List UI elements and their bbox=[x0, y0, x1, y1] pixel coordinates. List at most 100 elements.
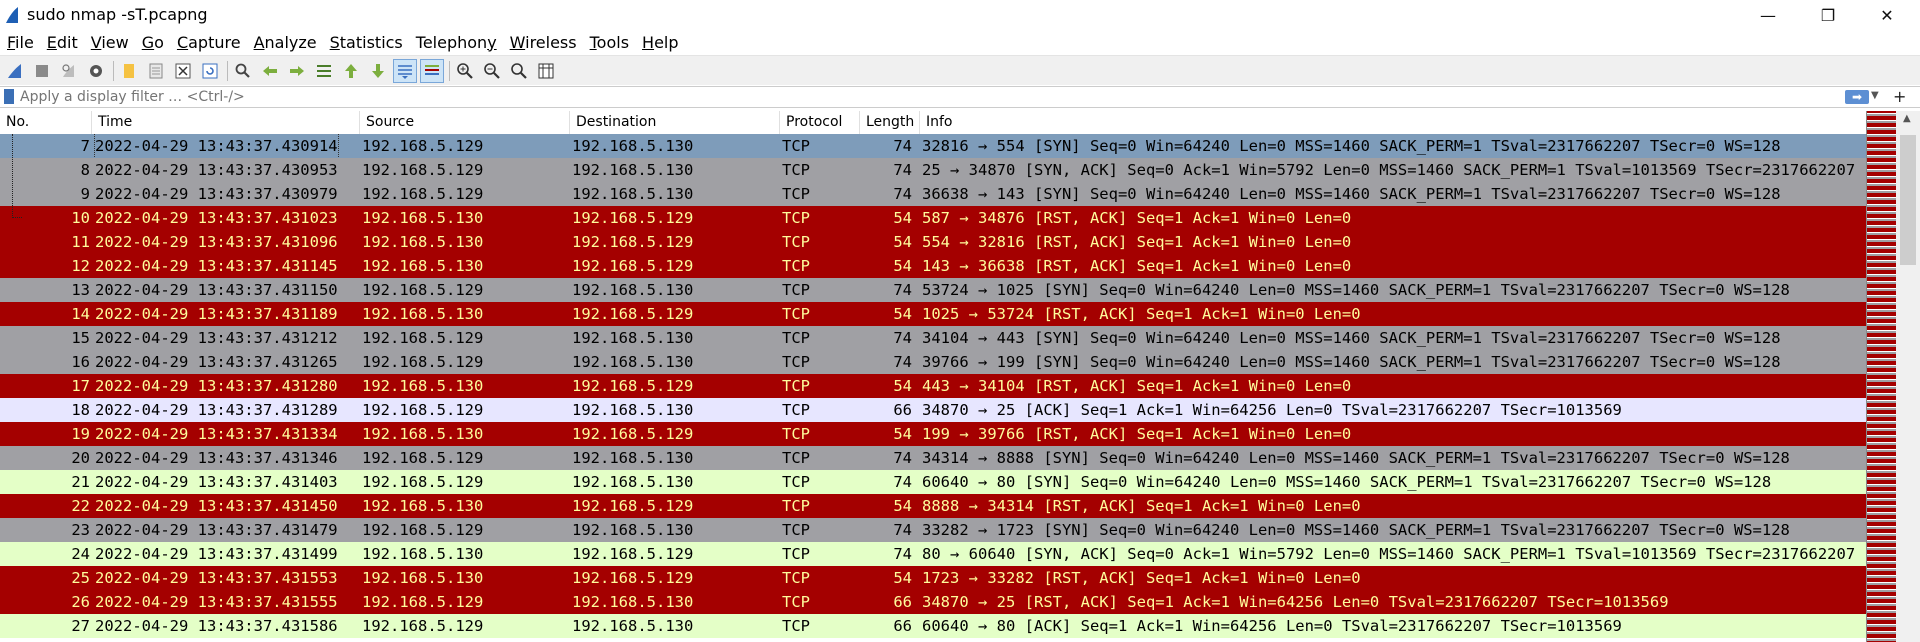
packet-number: 27 bbox=[71, 617, 90, 635]
menu-statistics[interactable]: Statistics bbox=[323, 33, 409, 52]
packet-info: 34870 → 25 [ACK] Seq=1 Ack=1 Win=64256 L… bbox=[922, 401, 1622, 419]
column-header-no[interactable]: No. bbox=[0, 111, 92, 134]
packet-protocol: TCP bbox=[782, 425, 810, 443]
packet-number: 20 bbox=[71, 449, 90, 467]
column-header-info[interactable]: Info bbox=[920, 111, 1866, 134]
packet-row[interactable]: 19 2022-04-29 13:43:37.431334 192.168.5.13… bbox=[0, 422, 1866, 446]
go-forward-arrow-icon[interactable] bbox=[286, 60, 308, 82]
reload-icon[interactable] bbox=[199, 60, 221, 82]
minimize-button[interactable]: — bbox=[1739, 0, 1797, 30]
normal-size-icon[interactable] bbox=[508, 60, 530, 82]
menu-tools[interactable]: Tools bbox=[583, 33, 635, 52]
add-filter-button[interactable]: + bbox=[1893, 87, 1906, 106]
title-bar: sudo nmap -sT.pcapng — ❐ ✕ bbox=[0, 0, 1920, 30]
restart-fin-icon[interactable] bbox=[58, 60, 80, 82]
menu-help[interactable]: Help bbox=[635, 33, 684, 52]
close-button[interactable]: ✕ bbox=[1858, 0, 1916, 30]
packet-row[interactable]: 7 2022-04-29 13:43:37.430914 192.168.5.129… bbox=[0, 134, 1866, 158]
resize-columns-icon[interactable] bbox=[535, 60, 557, 82]
menu-capture[interactable]: Capture bbox=[170, 33, 247, 52]
vertical-scrollbar[interactable]: ▲ bbox=[1896, 111, 1920, 642]
packet-row[interactable]: 10 2022-04-29 13:43:37.431023 192.168.5.13… bbox=[0, 206, 1866, 230]
packet-row[interactable]: 18 2022-04-29 13:43:37.431289 192.168.5.12… bbox=[0, 398, 1866, 422]
menu-analyze[interactable]: Analyze bbox=[247, 33, 323, 52]
packet-source: 192.168.5.129 bbox=[362, 185, 484, 203]
packet-row[interactable]: 12 2022-04-29 13:43:37.431145 192.168.5.13… bbox=[0, 254, 1866, 278]
packet-row[interactable]: 25 2022-04-29 13:43:37.431553 192.168.5.13… bbox=[0, 566, 1866, 590]
packet-protocol: TCP bbox=[782, 449, 810, 467]
packet-info: 39766 → 199 [SYN] Seq=0 Win=64240 Len=0 … bbox=[922, 353, 1781, 371]
packet-number: 22 bbox=[71, 497, 90, 515]
colorize-icon[interactable] bbox=[420, 58, 444, 83]
packet-number: 15 bbox=[71, 329, 90, 347]
go-to-packet-icon[interactable] bbox=[313, 60, 335, 82]
menu-wireless[interactable]: Wireless bbox=[503, 33, 583, 52]
scrollbar-thumb[interactable] bbox=[1900, 135, 1916, 265]
shark-fin-start-icon[interactable] bbox=[4, 60, 26, 82]
packet-row[interactable]: 20 2022-04-29 13:43:37.431346 192.168.5.12… bbox=[0, 446, 1866, 470]
packet-row[interactable]: 27 2022-04-29 13:43:37.431586 192.168.5.12… bbox=[0, 614, 1866, 638]
display-filter-input[interactable] bbox=[20, 87, 1840, 106]
packet-time: 2022-04-29 13:43:37.431023 bbox=[95, 209, 338, 227]
packet-row[interactable]: 11 2022-04-29 13:43:37.431096 192.168.5.13… bbox=[0, 230, 1866, 254]
filter-dropdown-icon[interactable]: ▼ bbox=[1871, 90, 1879, 101]
menu-file[interactable]: File bbox=[0, 33, 40, 52]
packet-source: 192.168.5.130 bbox=[362, 497, 484, 515]
column-header-time[interactable]: Time bbox=[92, 111, 360, 134]
packet-row[interactable]: 21 2022-04-29 13:43:37.431403 192.168.5.12… bbox=[0, 470, 1866, 494]
column-header-protocol[interactable]: Protocol bbox=[780, 111, 860, 134]
packet-row[interactable]: 8 2022-04-29 13:43:37.430953 192.168.5.129… bbox=[0, 158, 1866, 182]
packet-row[interactable]: 15 2022-04-29 13:43:37.431212 192.168.5.12… bbox=[0, 326, 1866, 350]
maximize-button[interactable]: ❐ bbox=[1799, 0, 1857, 30]
filter-bookmark-icon[interactable] bbox=[4, 89, 14, 104]
open-folder-icon[interactable] bbox=[118, 60, 140, 82]
packet-row[interactable]: 13 2022-04-29 13:43:37.431150 192.168.5.12… bbox=[0, 278, 1866, 302]
packet-minimap[interactable] bbox=[1866, 111, 1897, 642]
go-last-packet-icon[interactable] bbox=[367, 60, 389, 82]
packet-protocol: TCP bbox=[782, 233, 810, 251]
packet-length: 66 bbox=[893, 617, 912, 635]
packet-row[interactable]: 16 2022-04-29 13:43:37.431265 192.168.5.12… bbox=[0, 350, 1866, 374]
packet-row[interactable]: 23 2022-04-29 13:43:37.431479 192.168.5.12… bbox=[0, 518, 1866, 542]
packet-destination: 192.168.5.130 bbox=[572, 449, 694, 467]
packet-time: 2022-04-29 13:43:37.431189 bbox=[95, 305, 338, 323]
packet-row[interactable]: 9 2022-04-29 13:43:37.430979 192.168.5.129… bbox=[0, 182, 1866, 206]
menu-telephony[interactable]: Telephony bbox=[409, 33, 503, 52]
packet-destination: 192.168.5.130 bbox=[572, 401, 694, 419]
packet-row[interactable]: 26 2022-04-29 13:43:37.431555 192.168.5.12… bbox=[0, 590, 1866, 614]
autoscroll-icon[interactable] bbox=[393, 58, 417, 83]
packet-row[interactable]: 17 2022-04-29 13:43:37.431280 192.168.5.13… bbox=[0, 374, 1866, 398]
packet-destination: 192.168.5.130 bbox=[572, 473, 694, 491]
packet-time: 2022-04-29 13:43:37.431450 bbox=[95, 497, 338, 515]
menu-view[interactable]: View bbox=[84, 33, 135, 52]
close-file-icon[interactable] bbox=[172, 60, 194, 82]
packet-time: 2022-04-29 13:43:37.430979 bbox=[95, 185, 338, 203]
go-back-arrow-icon[interactable] bbox=[259, 60, 281, 82]
apply-filter-button[interactable]: ➡ bbox=[1845, 90, 1869, 104]
packet-row[interactable]: 22 2022-04-29 13:43:37.431450 192.168.5.13… bbox=[0, 494, 1866, 518]
packet-time: 2022-04-29 13:43:37.431265 bbox=[95, 353, 338, 371]
go-first-packet-icon[interactable] bbox=[340, 60, 362, 82]
find-packet-icon[interactable] bbox=[232, 60, 254, 82]
scroll-up-arrow-icon[interactable]: ▲ bbox=[1903, 113, 1911, 124]
menu-edit[interactable]: Edit bbox=[40, 33, 84, 52]
packet-time: 2022-04-29 13:43:37.431280 bbox=[95, 377, 338, 395]
column-header-destination[interactable]: Destination bbox=[570, 111, 780, 134]
save-file-icon[interactable] bbox=[145, 60, 167, 82]
menu-go[interactable]: Go bbox=[135, 33, 170, 52]
packet-length: 74 bbox=[893, 473, 912, 491]
packet-protocol: TCP bbox=[782, 617, 810, 635]
packet-row[interactable]: 14 2022-04-29 13:43:37.431189 192.168.5.13… bbox=[0, 302, 1866, 326]
capture-options-gear-icon[interactable] bbox=[85, 60, 107, 82]
packet-destination: 192.168.5.129 bbox=[572, 425, 694, 443]
column-header-source[interactable]: Source bbox=[360, 111, 570, 134]
packet-length: 54 bbox=[893, 233, 912, 251]
zoom-out-icon[interactable] bbox=[481, 60, 503, 82]
packet-row[interactable]: 24 2022-04-29 13:43:37.431499 192.168.5.13… bbox=[0, 542, 1866, 566]
column-header-length[interactable]: Length bbox=[860, 111, 920, 134]
stop-square-icon[interactable] bbox=[31, 60, 53, 82]
packet-time: 2022-04-29 13:43:37.431145 bbox=[95, 257, 338, 275]
packet-length: 54 bbox=[893, 377, 912, 395]
packet-info: 143 → 36638 [RST, ACK] Seq=1 Ack=1 Win=0… bbox=[922, 257, 1352, 275]
zoom-in-icon[interactable] bbox=[454, 60, 476, 82]
